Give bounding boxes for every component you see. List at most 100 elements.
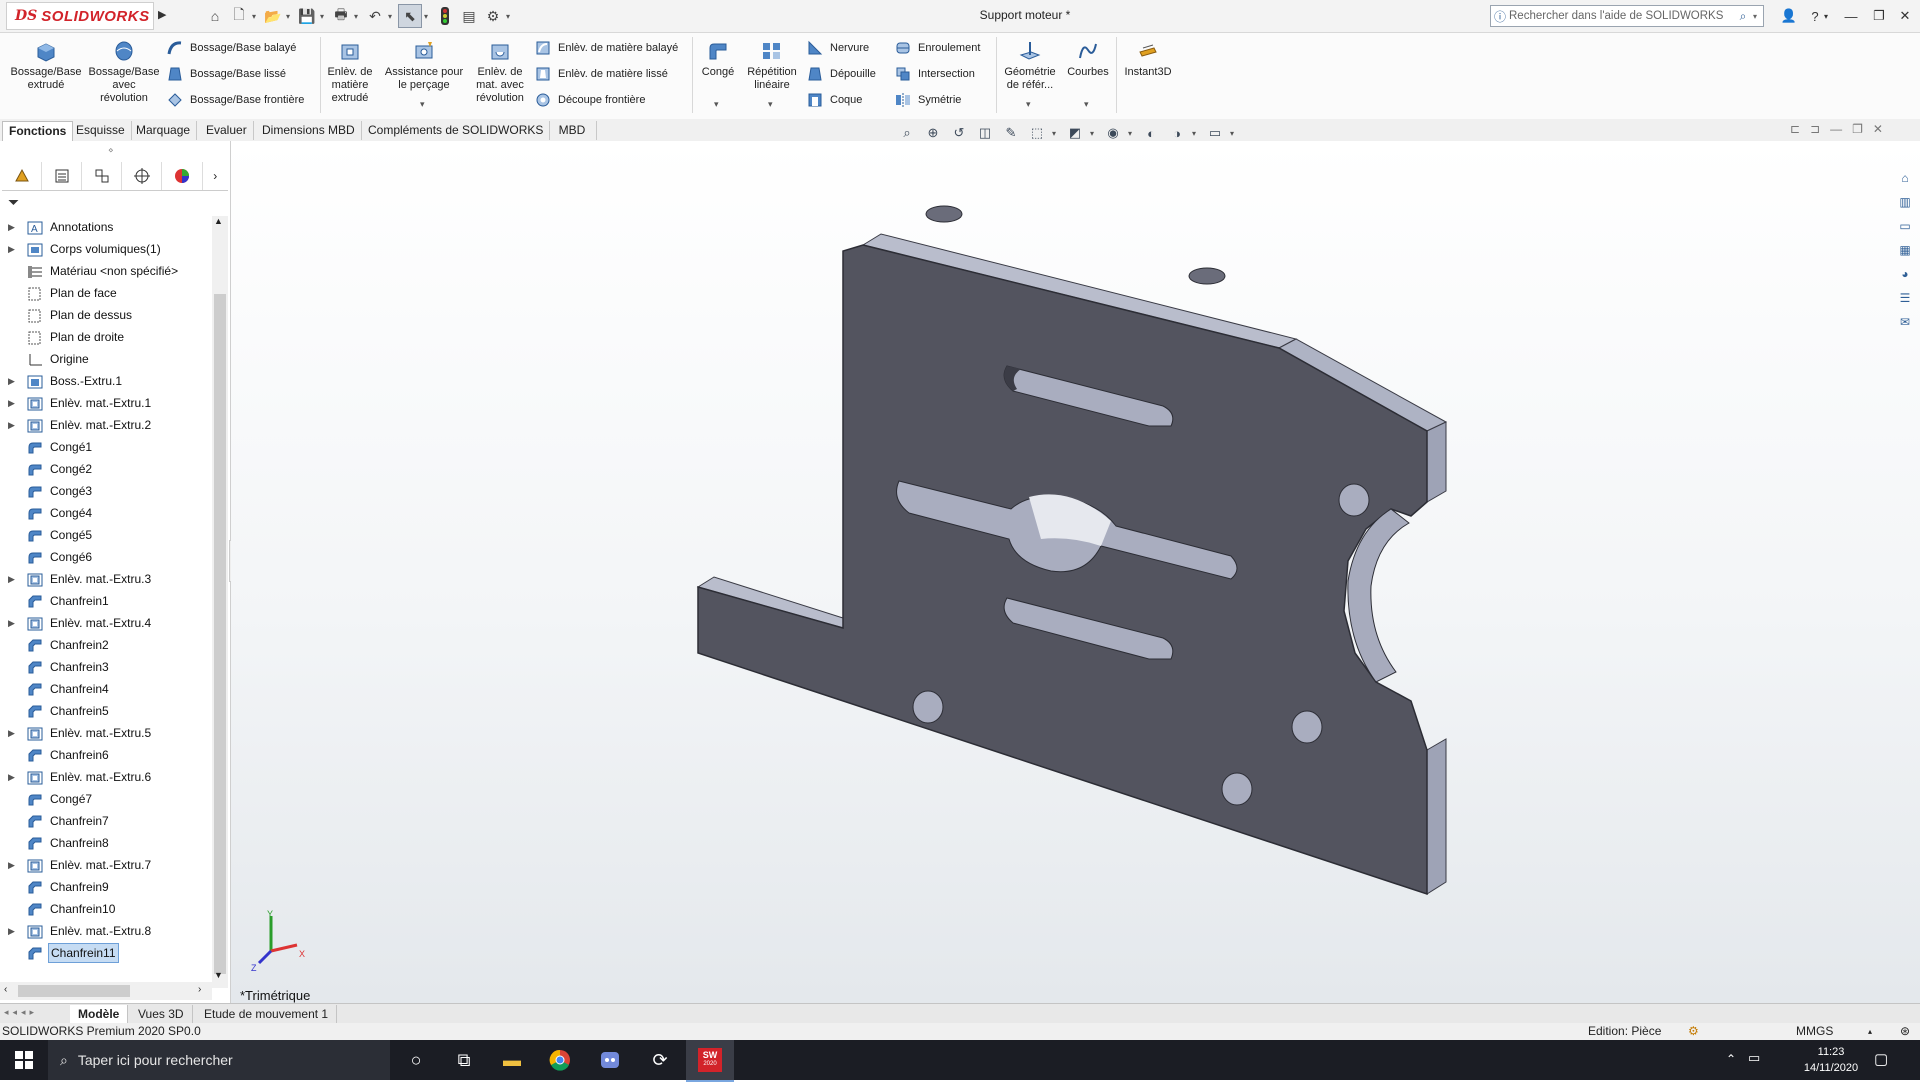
cut-sweep-button[interactable]: Enlèv. de matière balayé	[534, 38, 678, 58]
expand-arrow-icon[interactable]: ▶	[8, 238, 15, 260]
tree-node[interactable]: Congé6	[0, 546, 212, 568]
display-style-icon[interactable]: ◩	[1064, 122, 1086, 144]
design-library-icon[interactable]: ▥	[1894, 192, 1916, 212]
file-explorer-icon[interactable]: ▭	[1894, 216, 1916, 236]
tab-evaluate[interactable]: Evaluer	[200, 121, 254, 140]
scroll-down-icon[interactable]: ▼	[214, 970, 223, 980]
section-view-icon[interactable]: ◫	[974, 122, 996, 144]
tab-markup[interactable]: Marquage	[130, 121, 198, 140]
discord-icon[interactable]	[586, 1040, 634, 1080]
tree-node[interactable]: Chanfrein8	[0, 832, 212, 854]
tree-node[interactable]: Chanfrein7	[0, 810, 212, 832]
tree-node[interactable]: Congé2	[0, 458, 212, 480]
view-settings-icon[interactable]: ▭	[1204, 122, 1226, 144]
hole-bottom[interactable]	[1221, 772, 1253, 806]
edit-appearance-icon[interactable]: ◐	[1140, 122, 1162, 144]
hole-right-lower[interactable]	[1291, 710, 1323, 744]
menu-expand-arrow-icon[interactable]: ▶	[158, 8, 166, 21]
tree-node[interactable]: Plan de face	[0, 282, 212, 304]
solidworks-logo[interactable]: DS SOLIDWORKS	[6, 2, 154, 30]
tree-node[interactable]: ▶ Corps volumiques(1)	[0, 238, 212, 260]
part-model[interactable]	[231, 141, 1920, 1003]
tab-sketch[interactable]: Esquisse	[70, 121, 132, 140]
tree-node[interactable]: Origine	[0, 348, 212, 370]
tree-node[interactable]: Chanfrein6	[0, 744, 212, 766]
expand-arrow-icon[interactable]: ▶	[8, 722, 15, 744]
expand-arrow-icon[interactable]: ▶	[8, 216, 15, 238]
notification-icon[interactable]: ⊛	[1900, 1023, 1910, 1040]
viewport-restore-icon[interactable]: ❐	[1852, 122, 1863, 136]
tab-motion-study[interactable]: Etude de mouvement 1	[196, 1005, 338, 1023]
rebuild-icon[interactable]: ⚙	[1688, 1023, 1699, 1040]
network-icon[interactable]: ▭	[1748, 1050, 1760, 1066]
tree-node[interactable]: ▶ Enlèv. mat.-Extru.1	[0, 392, 212, 414]
boss-boundary-button[interactable]: Bossage/Base frontière	[166, 90, 304, 110]
tree-node[interactable]: ▶ Enlèv. mat.-Extru.4	[0, 612, 212, 634]
chevron-down-icon[interactable]: ▾	[388, 12, 396, 21]
tree-node[interactable]: ▶ Enlèv. mat.-Extru.2	[0, 414, 212, 436]
chevron-down-icon[interactable]: ▾	[1052, 129, 1060, 138]
expand-arrow-icon[interactable]: ▶	[8, 612, 15, 634]
expand-arrow-icon[interactable]: ▶	[8, 370, 15, 392]
chevron-down-icon[interactable]: ▾	[1090, 129, 1098, 138]
filter-icon[interactable]: ⏷	[8, 194, 19, 211]
tab-model[interactable]: Modèle	[70, 1005, 129, 1023]
tree-node[interactable]: ▶ A Annotations	[0, 216, 212, 238]
hole-left-lower[interactable]	[912, 690, 944, 724]
chrome-icon[interactable]	[536, 1040, 584, 1080]
wrap-button[interactable]: Enroulement	[894, 38, 980, 58]
graphics-viewport[interactable]: Y X Z	[231, 141, 1920, 1003]
file-explorer-icon[interactable]: ▬	[488, 1040, 536, 1080]
cut-extrude-button[interactable]: Enlèv. de matière extrudé	[324, 33, 376, 105]
user-account-icon[interactable]: 👤	[1776, 4, 1802, 28]
scroll-right-icon[interactable]: ›	[198, 984, 201, 995]
boss-loft-button[interactable]: Bossage/Base lissé	[166, 64, 286, 84]
scrollbar-thumb[interactable]	[18, 985, 130, 997]
print-icon[interactable]: 🖶	[330, 5, 352, 27]
chevron-down-icon[interactable]: ▾	[424, 12, 432, 21]
home-icon[interactable]: ⌂	[204, 5, 226, 27]
viewport-next-icon[interactable]: ⊐	[1810, 122, 1820, 136]
tree-node[interactable]: Congé3	[0, 480, 212, 502]
windows-start-icon[interactable]	[0, 1040, 48, 1080]
traffic-light-icon[interactable]	[434, 5, 456, 27]
chevron-down-icon[interactable]: ▾	[320, 12, 328, 21]
viewport-close-icon[interactable]: ✕	[1873, 122, 1883, 136]
forum-icon[interactable]: ✉	[1894, 312, 1916, 332]
tree-node[interactable]: Chanfrein2	[0, 634, 212, 656]
expand-arrow-icon[interactable]: ▶	[8, 392, 15, 414]
boss-sweep-button[interactable]: Bossage/Base balayé	[166, 38, 296, 58]
zoom-to-fit-icon[interactable]: ⌕	[896, 122, 918, 144]
tree-node[interactable]: ▶ Boss.-Extru.1	[0, 370, 212, 392]
tree-node[interactable]: Congé7	[0, 788, 212, 810]
scroll-up-icon[interactable]: ▲	[214, 216, 223, 226]
chevron-down-icon[interactable]: ▾	[1820, 4, 1832, 28]
panel-grip-icon[interactable]: ⋄	[108, 145, 114, 156]
cut-revolve-button[interactable]: Enlèv. de mat. avec révolution	[472, 33, 528, 105]
chevron-down-icon[interactable]: ▾	[1753, 12, 1763, 21]
appearances-icon[interactable]: ◕	[1894, 264, 1916, 284]
scrollbar-thumb[interactable]	[214, 294, 226, 974]
configuration-manager-tab-icon[interactable]	[82, 162, 123, 190]
rib-button[interactable]: Nervure	[806, 38, 869, 58]
search-icon[interactable]: ⌕	[1733, 9, 1753, 24]
chevron-down-icon[interactable]: ▾	[420, 99, 425, 110]
zoom-to-area-icon[interactable]: ⊕	[922, 122, 944, 144]
new-document-icon[interactable]: 🗋	[228, 5, 250, 27]
dynamic-annotation-icon[interactable]: ✎	[1000, 122, 1022, 144]
viewport-prev-icon[interactable]: ⊏	[1790, 122, 1800, 136]
dimxpert-tab-icon[interactable]	[122, 162, 163, 190]
tree-node[interactable]: Congé1	[0, 436, 212, 458]
close-icon[interactable]: ✕	[1892, 4, 1918, 28]
expand-arrow-icon[interactable]: ▶	[8, 854, 15, 876]
expand-arrow-icon[interactable]: ▶	[8, 766, 15, 788]
chevron-down-icon[interactable]: ▾	[1026, 99, 1031, 110]
intersect-button[interactable]: Intersection	[894, 64, 975, 84]
expand-arrow-icon[interactable]: ▶	[8, 920, 15, 942]
tab-scroll-arrows-icon[interactable]: ◂◂◂▸	[4, 1007, 38, 1018]
viewport-minimize-icon[interactable]: —	[1830, 122, 1842, 136]
restore-icon[interactable]: ❐	[1866, 4, 1892, 28]
tab-solidworks-addins[interactable]: Compléments de SOLIDWORKS	[362, 121, 551, 140]
expand-arrow-icon[interactable]: ▶	[8, 414, 15, 436]
scroll-left-icon[interactable]: ‹	[4, 984, 7, 995]
